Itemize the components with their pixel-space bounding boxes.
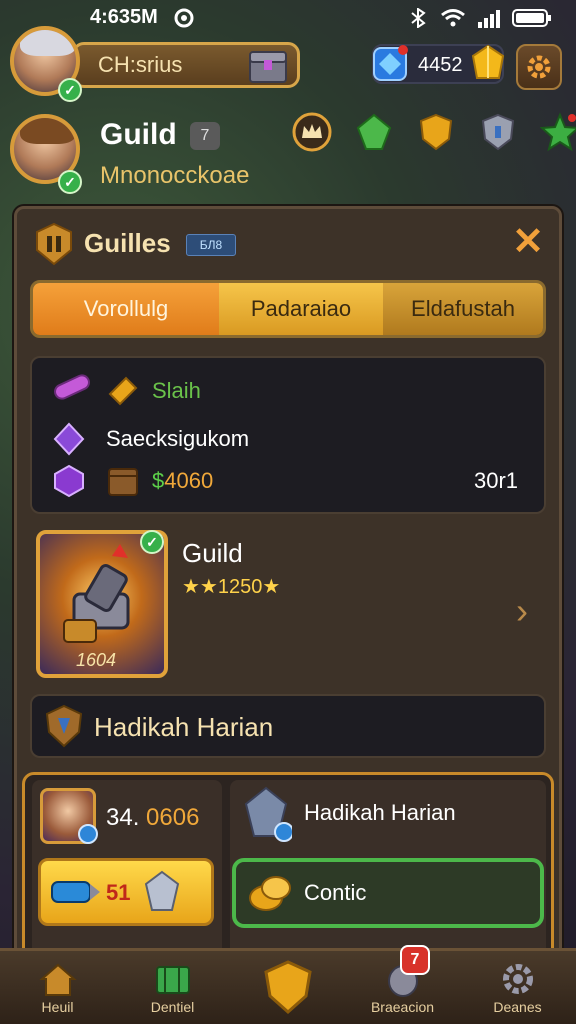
- player-name: CH:srius: [98, 52, 183, 77]
- chevron-right-icon[interactable]: ›: [516, 590, 528, 632]
- reward-right-label: Hadikah Harian: [304, 800, 456, 825]
- bluetooth-icon: [411, 8, 426, 28]
- crown-icon: [292, 112, 332, 152]
- guild-title: Guild: [100, 118, 177, 151]
- daily-quest-label: Hadikah Harian: [94, 712, 274, 742]
- mini-check-icon: [78, 824, 98, 844]
- continue-button-label: Contic: [304, 880, 367, 905]
- resource-icons: [292, 112, 576, 152]
- gold-coins-icon: [246, 868, 296, 916]
- settings-button[interactable]: [516, 44, 562, 90]
- close-button[interactable]: ✕: [508, 222, 548, 262]
- panel-tag: БЛ8: [186, 234, 236, 256]
- gear-icon: [527, 55, 551, 79]
- guild-item-rating: ★★1250★: [182, 576, 281, 598]
- map-icon: [155, 965, 190, 994]
- tab-padaraiao[interactable]: Padaraiao: [219, 283, 383, 335]
- tab-eldafustah[interactable]: Eldafustah: [383, 283, 543, 335]
- guild-level-badge: 7: [190, 122, 220, 150]
- panel-title: Guilles: [84, 228, 171, 258]
- notification-badge: 7: [400, 945, 430, 975]
- leader-check-icon: ✓: [58, 170, 82, 194]
- verified-check-icon: ✓: [58, 78, 82, 102]
- battery-icon: [512, 9, 551, 27]
- gem-count: 4452: [418, 54, 463, 76]
- blue-gem-icon[interactable]: [370, 44, 410, 84]
- crystal-icon: [240, 786, 294, 842]
- gold-crystal-icon: [470, 44, 506, 84]
- info-label-slaih: Slaih: [152, 378, 201, 403]
- green-star-icon: [540, 112, 576, 152]
- item-check-icon: ✓: [140, 530, 164, 554]
- gold-shield-icon: [263, 959, 312, 1014]
- tab-bar: Vorollulg Padaraiao Eldafustah: [30, 280, 546, 338]
- status-bar: 4:635M: [0, 0, 576, 36]
- info-gold-value: $4060: [152, 468, 214, 493]
- silver-shield-icon: [481, 113, 515, 151]
- nav-settings[interactable]: Deanes: [460, 951, 575, 1024]
- status-icons: [408, 8, 552, 28]
- scroll-icon: [48, 370, 96, 404]
- info-right-value: 30r1: [474, 468, 519, 493]
- gold-shield-icon: [419, 113, 453, 151]
- signal-icon: [478, 10, 500, 28]
- reward-left-value: 34. 0606: [106, 804, 200, 831]
- guild-subtitle: Mnonocckoae: [100, 162, 250, 189]
- star-icon: ★: [262, 576, 281, 598]
- nav-home[interactable]: Heuil: [0, 951, 115, 1024]
- gold-ticket-icon: [106, 374, 140, 408]
- crate-icon: [106, 464, 140, 498]
- status-time: 4:635M: [90, 6, 158, 28]
- shield-emblem-icon: [44, 704, 84, 748]
- yellow-button-value: 51: [106, 880, 131, 905]
- chest-icon[interactable]: [246, 46, 290, 84]
- green-gem-icon: [356, 113, 392, 150]
- nav-battle[interactable]: [230, 951, 345, 1024]
- tab-vorollulg[interactable]: Vorollulg: [33, 283, 219, 335]
- wifi-icon: [441, 9, 465, 27]
- bottom-nav: Heuil Dentiel Braeacion 7 Deanes: [0, 945, 576, 1024]
- info-label-saecksigukom: Saecksigukom: [106, 426, 250, 451]
- item-count: 1604: [76, 650, 117, 670]
- drill-icon: [46, 868, 102, 921]
- home-icon: [38, 963, 77, 996]
- purple-gem-icon: [52, 422, 86, 456]
- guild-item-name: Guild: [182, 538, 243, 568]
- nav-map[interactable]: Dentiel: [115, 951, 230, 1024]
- nav-breeding[interactable]: Braeacion 7: [345, 945, 460, 1024]
- star-icon: ★★: [182, 576, 218, 598]
- silver-gem-icon: [142, 870, 182, 919]
- purple-crystal-icon: [52, 464, 86, 498]
- guild-emblem-icon: [34, 222, 74, 266]
- notification-icon: [174, 8, 194, 33]
- close-icon: ✕: [512, 221, 544, 263]
- gear-icon: [502, 963, 533, 994]
